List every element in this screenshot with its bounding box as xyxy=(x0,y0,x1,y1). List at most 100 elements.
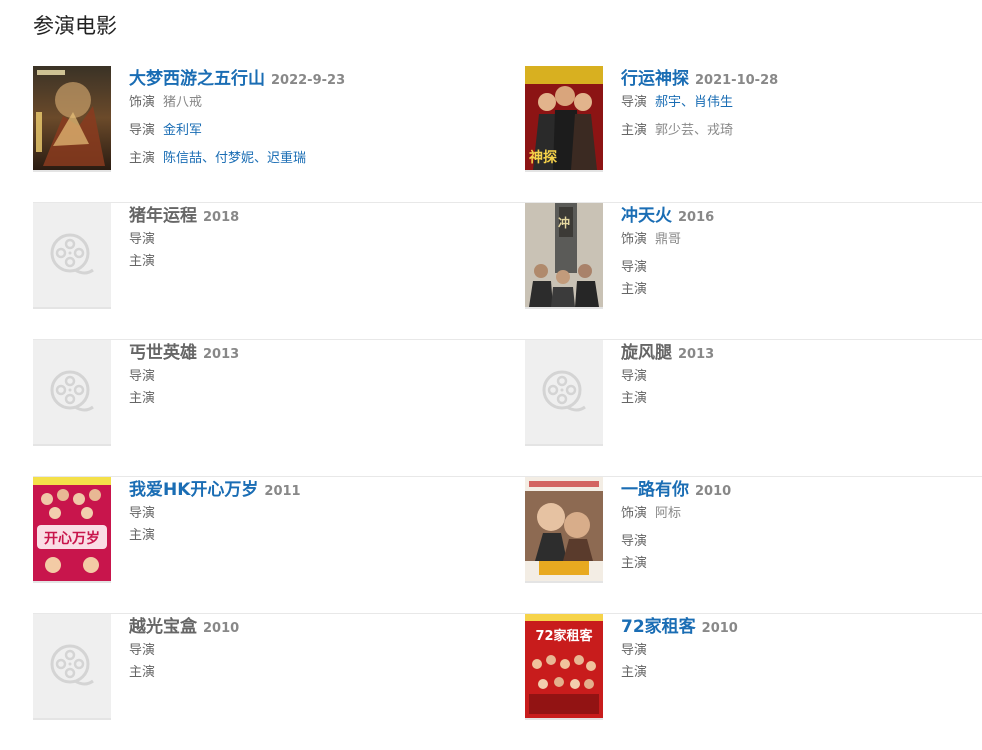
film-year: 2018 xyxy=(203,210,240,225)
cast-line-label: 主演 xyxy=(621,391,648,406)
cast-line-value: 郭少芸、戎琦 xyxy=(655,123,734,138)
film-poster[interactable]: 72家租客 xyxy=(525,614,603,720)
cast-line: 主演 xyxy=(621,279,982,301)
film-title-line: 丐世英雄 2013 xyxy=(129,340,493,366)
film-info: 大梦西游之五行山 2022-9-23 饰演 猪八戒 导演 金利军 主演 陈信喆、付梦妮、迟重瑞 xyxy=(129,66,493,170)
film-year: 2022-9-23 xyxy=(271,73,346,88)
film-title[interactable]: 我爱HK开心万岁 xyxy=(129,480,258,500)
film-info: 猪年运程 2018 导演主演 xyxy=(129,203,493,273)
cast-line: 主演 xyxy=(129,388,493,410)
film-row: 大梦西游之五行山 2022-9-23 饰演 猪八戒 导演 金利军 主演 陈信喆、付梦妮、迟重瑞… xyxy=(33,66,982,203)
director-line-label: 导演 xyxy=(129,232,156,247)
director-line-label: 导演 xyxy=(129,506,156,521)
film-reel-icon xyxy=(33,614,111,718)
film-title[interactable]: 大梦西游之五行山 xyxy=(129,69,265,89)
film-poster[interactable] xyxy=(33,66,111,172)
film-title[interactable]: 冲天火 xyxy=(621,206,672,226)
svg-text:神探: 神探 xyxy=(529,149,557,166)
cast-line-label: 主演 xyxy=(621,282,648,297)
film-reel-icon xyxy=(525,340,603,444)
film-poster[interactable]: 开心万岁 xyxy=(33,477,111,583)
cast-line-value[interactable]: 陈信喆、付梦妮、迟重瑞 xyxy=(163,151,306,166)
film-info: 丐世英雄 2013 导演主演 xyxy=(129,340,493,410)
director-line: 导演 xyxy=(129,640,493,662)
cast-line-label: 主演 xyxy=(129,151,156,166)
film-info: 72家租客 2010 导演 主演 xyxy=(621,614,982,684)
film-reel-icon xyxy=(33,340,111,444)
section-title: 参演电影 xyxy=(33,14,117,38)
film-info: 一路有你 2010 饰演 阿标导演主演 xyxy=(621,477,982,575)
film-poster[interactable]: 神探 xyxy=(525,66,603,172)
film-title[interactable]: 猪年运程 xyxy=(129,206,197,226)
film-info: 旋风腿 2013 导演 主演 xyxy=(621,340,982,410)
film-title-line: 越光宝盒 2010 xyxy=(129,614,493,640)
film-title-line: 我爱HK开心万岁 2011 xyxy=(129,477,493,503)
film-card: 猪年运程 2018 导演主演 xyxy=(33,203,493,323)
film-year: 2010 xyxy=(203,621,240,636)
film-row: 越光宝盒 2010 导演主演 72家租客 72家租客 2010 导演主演 xyxy=(33,614,982,750)
director-line-value[interactable]: 郝宇、肖伟生 xyxy=(655,95,733,110)
film-card: 72家租客 72家租客 2010 导演 主演 xyxy=(525,614,982,734)
svg-text:72家租客: 72家租客 xyxy=(535,628,593,644)
cast-line-label: 主演 xyxy=(621,556,648,571)
film-poster[interactable] xyxy=(525,340,603,446)
director-line: 导演 xyxy=(621,640,982,662)
role-line-value: 猪八戒 xyxy=(163,95,203,110)
film-title-line: 猪年运程 2018 xyxy=(129,203,493,229)
role-line-label: 饰演 xyxy=(621,506,648,521)
film-card: 大梦西游之五行山 2022-9-23 饰演 猪八戒 导演 金利军 主演 陈信喆、付梦妮、迟重瑞 xyxy=(33,66,493,186)
role-line: 饰演 阿标 xyxy=(621,503,982,525)
film-info: 冲天火 2016 饰演 鼎哥 导演 主演 xyxy=(621,203,982,301)
film-poster[interactable]: 冲 xyxy=(525,203,603,309)
film-title-line: 行运神探 2021-10-28 xyxy=(621,66,982,92)
film-card: 旋风腿 2013 导演 主演 xyxy=(525,340,982,460)
film-title[interactable]: 行运神探 xyxy=(621,69,689,89)
film-title[interactable]: 越光宝盒 xyxy=(129,617,197,637)
film-info: 越光宝盒 2010 导演主演 xyxy=(129,614,493,684)
film-card: 丐世英雄 2013 导演主演 xyxy=(33,340,493,460)
film-poster[interactable] xyxy=(33,340,111,446)
film-card: 神探 行运神探 2021-10-28 导演 郝宇、肖伟生 主演 郭少芸、戎琦 xyxy=(525,66,982,186)
director-line: 导演 xyxy=(621,531,982,553)
svg-text:冲: 冲 xyxy=(558,215,570,230)
film-row: 开心万岁 我爱HK开心万岁 2011 导演 主演 一路有你 2010 饰演 阿标 导演 主演 xyxy=(33,477,982,614)
film-title[interactable]: 72家租客 xyxy=(621,617,696,637)
cast-line-label: 主演 xyxy=(129,665,156,680)
director-line: 导演 xyxy=(129,366,493,388)
film-year: 2016 xyxy=(678,210,715,225)
director-line-label: 导演 xyxy=(621,95,648,110)
director-line-label: 导演 xyxy=(129,123,156,138)
film-poster[interactable] xyxy=(33,203,111,309)
cast-line-label: 主演 xyxy=(129,254,156,269)
film-card: 越光宝盒 2010 导演主演 xyxy=(33,614,493,734)
cast-line: 主演 xyxy=(129,251,493,273)
film-title[interactable]: 丐世英雄 xyxy=(129,343,197,363)
film-year: 2010 xyxy=(695,484,732,499)
director-line: 导演 金利军 xyxy=(129,120,493,142)
film-card: 一路有你 2010 饰演 阿标导演主演 xyxy=(525,477,982,597)
director-line-label: 导演 xyxy=(621,260,648,275)
cast-line-label: 主演 xyxy=(621,665,648,680)
film-card: 开心万岁 我爱HK开心万岁 2011 导演主演 xyxy=(33,477,493,597)
director-line-value[interactable]: 金利军 xyxy=(163,123,202,138)
film-row: 猪年运程 2018 导演 主演 冲 冲天火 2016 饰演 鼎哥 导演 主演 xyxy=(33,203,982,340)
role-line-label: 饰演 xyxy=(621,232,648,247)
director-line-label: 导演 xyxy=(621,643,648,658)
film-title[interactable]: 旋风腿 xyxy=(621,343,672,363)
film-info: 我爱HK开心万岁 2011 导演主演 xyxy=(129,477,493,547)
film-year: 2013 xyxy=(203,347,240,362)
film-poster[interactable] xyxy=(525,477,603,583)
svg-text:开心万岁: 开心万岁 xyxy=(44,530,100,547)
film-title[interactable]: 一路有你 xyxy=(621,480,689,500)
cast-line-label: 主演 xyxy=(129,391,156,406)
cast-line: 主演 xyxy=(129,525,493,547)
role-line-label: 饰演 xyxy=(129,95,156,110)
cast-line: 主演 xyxy=(129,662,493,684)
cast-line: 主演 郭少芸、戎琦 xyxy=(621,120,982,142)
film-info: 行运神探 2021-10-28 导演 郝宇、肖伟生 主演 郭少芸、戎琦 xyxy=(621,66,982,142)
film-poster[interactable] xyxy=(33,614,111,720)
director-line: 导演 郝宇、肖伟生 xyxy=(621,92,982,114)
film-title-line: 一路有你 2010 xyxy=(621,477,982,503)
director-line-label: 导演 xyxy=(129,369,156,384)
cast-line: 主演 xyxy=(621,388,982,410)
